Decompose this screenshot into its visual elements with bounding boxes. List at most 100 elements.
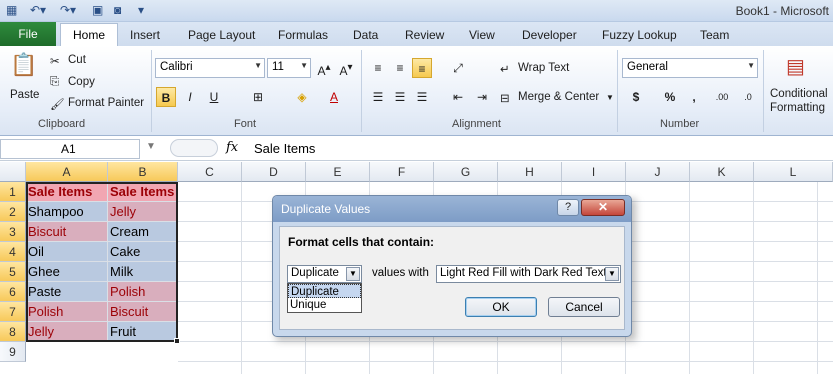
indent-decrease-icon[interactable]: ⇤ — [448, 87, 468, 107]
cell-b2[interactable]: Jelly — [108, 202, 178, 222]
tab-fuzzy-lookup[interactable]: Fuzzy Lookup — [602, 28, 677, 42]
currency-button[interactable]: $ — [626, 87, 646, 107]
wrap-text-icon[interactable]: ↵ — [500, 62, 510, 76]
cell-a3[interactable]: Biscuit — [26, 222, 108, 242]
undo-icon[interactable]: ↶▾ — [30, 3, 46, 19]
column-header-g[interactable]: G — [434, 162, 498, 182]
tab-data[interactable]: Data — [353, 28, 378, 42]
indent-increase-icon[interactable]: ⇥ — [472, 87, 492, 107]
tab-review[interactable]: Review — [405, 28, 444, 42]
wrap-text-button[interactable]: Wrap Text — [518, 62, 569, 74]
tab-file[interactable]: File — [0, 22, 56, 46]
name-box-dropdown-icon[interactable]: ▼ — [146, 141, 156, 152]
paste-button[interactable]: Paste — [10, 89, 39, 101]
column-header-h[interactable]: H — [498, 162, 562, 182]
conditional-formatting-label[interactable]: Conditional — [770, 88, 828, 100]
cell-b5[interactable]: Milk — [108, 262, 178, 282]
cell-a2[interactable]: Shampoo — [26, 202, 108, 222]
shrink-font-icon[interactable]: A▾ — [336, 58, 356, 78]
copy-icon[interactable]: ⎘ — [50, 76, 59, 89]
cell-b7[interactable]: Biscuit — [108, 302, 178, 322]
decrease-decimal-icon[interactable]: .0 — [738, 87, 758, 107]
tab-team[interactable]: Team — [700, 28, 729, 42]
tab-home[interactable]: Home — [60, 23, 118, 47]
column-header-e[interactable]: E — [306, 162, 370, 182]
align-right-icon[interactable]: ☰ — [412, 87, 432, 107]
cell-b6[interactable]: Polish — [108, 282, 178, 302]
type-select[interactable]: Duplicate ▼ — [287, 265, 362, 283]
format-painter-button[interactable]: Format Painter — [68, 97, 144, 109]
comma-button[interactable]: , — [684, 87, 704, 107]
align-bottom-icon[interactable]: ≡ — [412, 58, 432, 78]
chevron-down-icon[interactable]: ▼ — [606, 93, 614, 102]
tab-insert[interactable]: Insert — [130, 28, 160, 42]
row-header-5[interactable]: 5 — [0, 262, 26, 282]
increase-decimal-icon[interactable]: .00 — [712, 87, 732, 107]
row-header-4[interactable]: 4 — [0, 242, 26, 262]
tab-page-layout[interactable]: Page Layout — [188, 28, 255, 42]
cell-a7[interactable]: Polish — [26, 302, 108, 322]
select-all-corner[interactable] — [0, 162, 26, 182]
ok-button[interactable]: OK — [465, 297, 537, 317]
formula-input[interactable]: Sale Items — [254, 141, 315, 156]
chevron-down-icon[interactable]: ▼ — [605, 267, 619, 281]
cell-b1[interactable]: Sale Items — [108, 182, 178, 202]
font-name-combo[interactable]: Calibri ▼ — [155, 58, 265, 78]
insert-function-icon[interactable]: fx — [226, 140, 238, 155]
fill-color-icon[interactable]: ◈ — [292, 87, 312, 107]
option-duplicate[interactable]: Duplicate — [288, 284, 361, 298]
customize-qat-icon[interactable]: ▾ — [138, 3, 144, 19]
column-header-f[interactable]: F — [370, 162, 434, 182]
column-header-b[interactable]: B — [108, 162, 178, 182]
row-header-2[interactable]: 2 — [0, 202, 26, 222]
column-header-l[interactable]: L — [754, 162, 833, 182]
font-color-icon[interactable]: A — [324, 87, 344, 107]
help-button[interactable]: ? — [557, 199, 579, 216]
copy-button[interactable]: Copy — [68, 76, 95, 88]
column-header-j[interactable]: J — [626, 162, 690, 182]
fill-handle[interactable] — [174, 338, 180, 344]
percent-button[interactable]: % — [660, 87, 680, 107]
tab-developer[interactable]: Developer — [522, 28, 577, 42]
format-painter-icon[interactable]: 🖌 — [50, 97, 65, 111]
row-header-9[interactable]: 9 — [0, 342, 26, 362]
camera-icon[interactable]: ◙ — [114, 3, 121, 19]
cancel-button[interactable]: Cancel — [548, 297, 620, 317]
cut-icon[interactable]: ✂ — [50, 54, 60, 68]
name-box[interactable]: A1 — [0, 139, 140, 159]
align-top-icon[interactable]: ≡ — [368, 58, 388, 78]
cut-button[interactable]: Cut — [68, 54, 86, 66]
paste-icon[interactable]: 📋 — [10, 52, 37, 78]
conditional-formatting-icon[interactable]: ▤ — [786, 54, 805, 79]
row-header-6[interactable]: 6 — [0, 282, 26, 302]
column-header-a[interactable]: A — [26, 162, 108, 182]
row-header-3[interactable]: 3 — [0, 222, 26, 242]
merge-center-icon[interactable]: ⊟ — [500, 91, 510, 105]
font-size-combo[interactable]: 11 ▼ — [267, 58, 311, 78]
chevron-down-icon[interactable]: ▼ — [346, 267, 360, 281]
orientation-icon[interactable]: ⤢ — [448, 58, 468, 78]
cell-a4[interactable]: Oil — [26, 242, 108, 262]
tab-view[interactable]: View — [469, 28, 495, 42]
column-header-c[interactable]: C — [178, 162, 242, 182]
column-header-d[interactable]: D — [242, 162, 306, 182]
cell-b8[interactable]: Fruit — [108, 322, 178, 342]
align-middle-icon[interactable]: ≡ — [390, 58, 410, 78]
cell-a8[interactable]: Jelly — [26, 322, 108, 342]
underline-button[interactable]: U — [204, 87, 224, 107]
number-format-combo[interactable]: General ▼ — [622, 58, 758, 78]
redo-icon[interactable]: ↷▾ — [60, 3, 76, 19]
cell-b3[interactable]: Cream — [108, 222, 178, 242]
row-header-1[interactable]: 1 — [0, 182, 26, 202]
column-header-k[interactable]: K — [690, 162, 754, 182]
cell-a5[interactable]: Ghee — [26, 262, 108, 282]
conditional-formatting-label-2[interactable]: Formatting — [770, 102, 825, 114]
cell-a6[interactable]: Paste — [26, 282, 108, 302]
align-center-icon[interactable]: ☰ — [390, 87, 410, 107]
save-icon[interactable]: ▣ — [92, 3, 103, 19]
cell-b4[interactable]: Cake — [108, 242, 178, 262]
tab-formulas[interactable]: Formulas — [278, 28, 328, 42]
row-header-8[interactable]: 8 — [0, 322, 26, 342]
merge-center-button[interactable]: Merge & Center — [518, 91, 599, 103]
cell-a1[interactable]: Sale Items — [26, 182, 108, 202]
